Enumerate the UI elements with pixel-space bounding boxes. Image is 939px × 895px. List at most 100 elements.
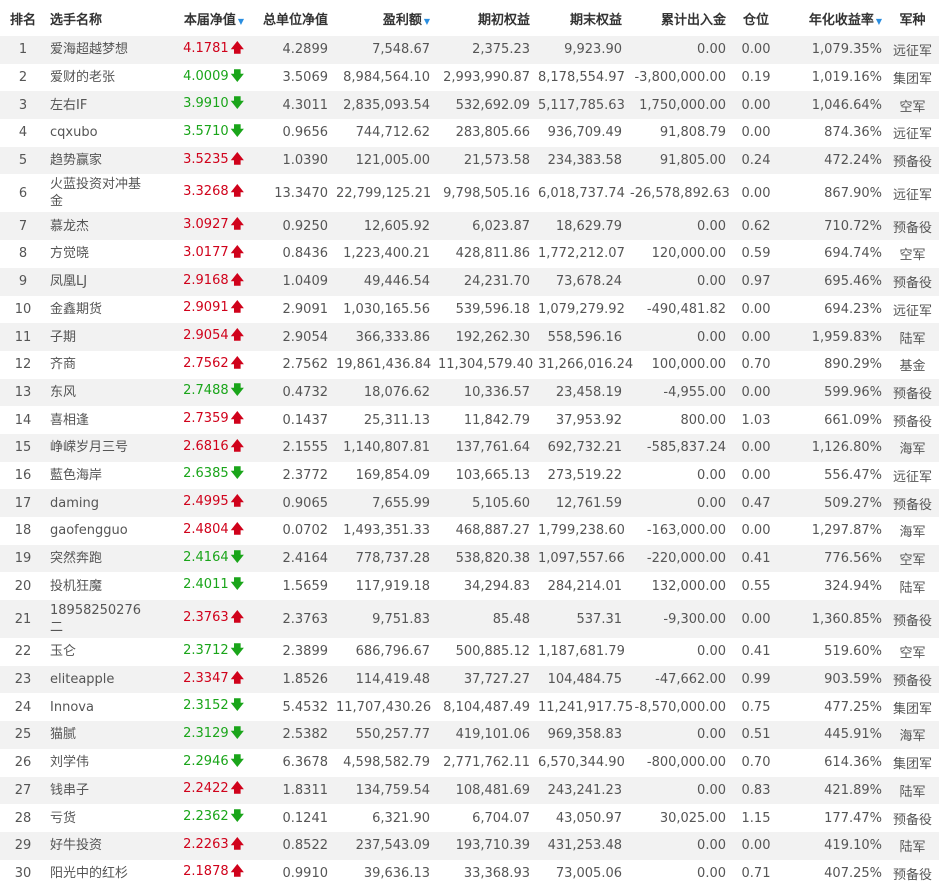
rank-cell: 15 [0,433,46,462]
player-name-link[interactable]: cqxubo [46,119,156,147]
player-name-link[interactable]: 爱财的老张 [46,63,156,92]
player-name-link[interactable]: gaofengguo [46,517,156,545]
header-annual-return[interactable]: 年化收益率 ▼ [782,0,886,36]
current-nav-value: 4.1781 [183,40,229,56]
table-row: 21 18958250276二 2.3763 🡅 2.3763 9,751.83 85.48… [0,600,939,639]
player-name-link[interactable]: 钱串子 [46,776,156,805]
arrow-up-icon: 🡅 [230,244,244,260]
cum-flow-cell: 132,000.00 [626,572,730,601]
player-name-link[interactable]: 刘学伟 [46,748,156,777]
start-equity-cell: 283,805.66 [434,119,534,147]
current-nav-cell: 2.9168 🡅 [156,267,248,296]
player-name-link[interactable]: 方觉晓 [46,240,156,268]
player-name-link[interactable]: 爱海超越梦想 [46,36,156,64]
header-start-equity[interactable]: 期初权益 [434,0,534,36]
cum-flow-cell: -3,800,000.00 [626,63,730,92]
player-name-link[interactable]: 趋势赢家 [46,146,156,175]
player-name-link[interactable]: 玉仑 [46,638,156,666]
table-row: 30 阳光中的红杉 2.1878 🡅 0.9910 39,636.13 33,368.93 7… [0,859,939,888]
start-equity-cell: 419,101.06 [434,721,534,749]
player-name-link[interactable]: Innova [46,693,156,722]
end-equity-cell: 273,519.22 [534,461,626,490]
sort-desc-icon[interactable]: ▼ [238,17,244,26]
group-cell: 空军 [886,544,939,573]
cum-flow-cell: 0.00 [626,36,730,64]
player-name-link[interactable]: 左右IF [46,91,156,120]
player-name-link[interactable]: eliteapple [46,665,156,694]
sort-desc-icon[interactable]: ▼ [876,17,882,26]
player-name-link[interactable]: 突然奔跑 [46,544,156,573]
table-row: 20 投机狂魔 2.4011 🡇 1.5659 117,919.18 34,294.83 28… [0,572,939,601]
group-cell: 预备役 [886,267,939,296]
header-position[interactable]: 仓位 [730,0,782,36]
header-profit[interactable]: 盈利额 ▼ [332,0,434,36]
group-cell: 陆军 [886,831,939,860]
player-name-link[interactable]: 子期 [46,323,156,351]
start-equity-cell: 37,727.27 [434,665,534,694]
profit-cell: 7,548.67 [332,36,434,64]
player-name-link[interactable]: 火蓝投资对冲基金 [46,174,156,213]
cum-flow-cell: -47,662.00 [626,665,730,694]
player-name-link[interactable]: 齐商 [46,350,156,379]
current-nav-value: 2.1878 [183,864,229,880]
group-cell: 远征军 [886,461,939,490]
player-name-link[interactable]: 金鑫期货 [46,295,156,324]
end-equity-cell: 1,097,557.66 [534,544,626,573]
current-nav-cell: 2.1878 🡅 [156,859,248,888]
header-current-nav[interactable]: 本届净值 ▼ [156,0,248,36]
player-name-link[interactable]: 峥嵘岁月三号 [46,433,156,462]
group-cell: 预备役 [886,406,939,434]
current-nav-value: 2.3152 [183,698,229,714]
end-equity-cell: 31,266,016.24 [534,350,633,379]
current-nav-cell: 2.3347 🡅 [156,665,248,694]
profit-cell: 114,419.48 [332,665,434,694]
header-end-equity[interactable]: 期末权益 [534,0,626,36]
rank-cell: 18 [0,517,46,545]
rank-cell: 19 [0,544,46,573]
ranking-table: 排名 选手名称 本届净值 ▼ 总单位净值 盈利额 ▼ 期初权益 期末权益 累计出入金… [0,0,939,888]
table-row: 1 爱海超越梦想 4.1781 🡅 4.2899 7,548.67 2,375.23 9,92… [0,36,939,64]
player-name-link[interactable]: 凤凰LJ [46,267,156,296]
arrow-up-icon: 🡅 [230,411,244,427]
current-nav-cell: 2.3129 🡇 [156,721,248,749]
header-group[interactable]: 军种 [886,0,939,36]
header-cum-flow[interactable]: 累计出入金 [626,0,730,36]
player-name-link[interactable]: 亏货 [46,804,156,832]
player-name-link[interactable]: 猫腻 [46,721,156,749]
player-name-link[interactable]: 18958250276二 [46,600,156,639]
current-nav-value: 2.7562 [183,355,229,371]
total-nav-cell: 4.2899 [248,36,332,64]
arrow-up-icon: 🡅 [230,781,244,797]
player-name-link[interactable]: 投机狂魔 [46,572,156,601]
cum-flow-cell: 1,750,000.00 [626,91,730,120]
player-name-link[interactable]: 慕龙杰 [46,212,156,241]
player-name-link[interactable]: 好牛投资 [46,831,156,860]
profit-cell: 1,140,807.81 [332,433,434,462]
arrow-down-icon: 🡇 [230,123,244,139]
total-nav-cell: 0.9250 [248,212,332,241]
player-name-link[interactable]: daming [46,489,156,517]
player-name-link[interactable]: 阳光中的红杉 [46,859,156,888]
header-rank[interactable]: 排名 [0,0,46,36]
player-name-link[interactable]: 喜相逢 [46,406,156,434]
total-nav-cell: 1.8311 [248,776,332,805]
sort-desc-icon[interactable]: ▼ [424,17,430,26]
cum-flow-cell: -163,000.00 [626,517,730,545]
header-name[interactable]: 选手名称 [46,0,156,36]
annual-return-cell: 445.91% [782,721,886,749]
annual-return-cell: 661.09% [782,406,886,434]
annual-return-cell: 177.47% [782,804,886,832]
table-row: 13 东风 2.7488 🡇 0.4732 18,076.62 10,336.57 23,45… [0,378,939,407]
player-name-link[interactable]: 东风 [46,378,156,407]
table-row: 5 趋势赢家 3.5235 🡅 1.0390 121,005.00 21,573.58 234… [0,146,939,175]
profit-cell: 237,543.09 [332,831,434,860]
end-equity-cell: 23,458.19 [534,378,626,407]
total-nav-cell: 2.3772 [248,461,332,490]
position-cell: 0.97 [730,267,782,296]
header-total-nav[interactable]: 总单位净值 [248,0,332,36]
annual-return-cell: 694.23% [782,295,886,324]
table-row: 28 亏货 2.2362 🡇 0.1241 6,321.90 6,704.07 43,050.… [0,804,939,832]
player-name-link[interactable]: 藍色海岸 [46,461,156,490]
position-cell: 0.24 [730,146,782,175]
start-equity-cell: 85.48 [434,600,534,639]
